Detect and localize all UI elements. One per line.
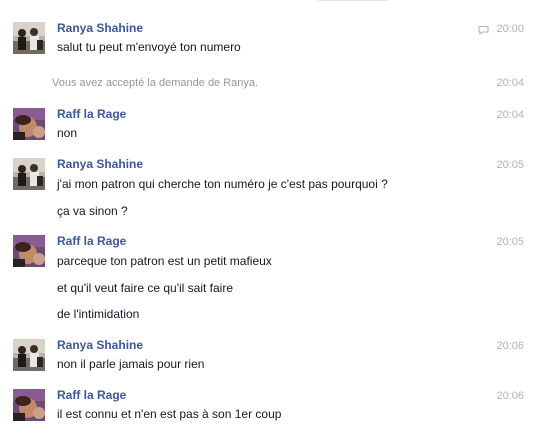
message-text: non il parle jamais pour rien (57, 357, 205, 371)
sender-name[interactable]: Ranya Shahine (57, 338, 143, 352)
message-text: de l'intimidation (57, 307, 140, 321)
message-timestamp: 20:06 (496, 340, 524, 352)
message-timestamp: 20:05 (496, 236, 524, 248)
message-timestamp: 20:04 (496, 109, 524, 121)
avatar-raff-la-rage[interactable] (13, 235, 45, 267)
message-text: non (57, 126, 78, 140)
sender-name[interactable]: Ranya Shahine (57, 21, 143, 35)
message-timestamp: 20:04 (496, 77, 524, 89)
chat-bubble-icon (478, 26, 489, 35)
sender-name[interactable]: Ranya Shahine (57, 157, 143, 171)
conversation-thread: Ranya Shahine 20:00 salut tu peut m'envo… (0, 0, 539, 438)
sender-name[interactable]: Raff la Rage (57, 234, 126, 248)
sender-name[interactable]: Raff la Rage (57, 388, 126, 402)
avatar-ranya-shahine[interactable] (13, 22, 45, 54)
avatar-ranya-shahine[interactable] (13, 158, 45, 190)
divider (318, 0, 388, 1)
message-text: il est connu et n'en est pas à son 1er c… (57, 407, 282, 421)
message-text: salut tu peut m'envoyé ton numero (57, 40, 241, 54)
message-timestamp: 20:00 (496, 23, 524, 35)
message-timestamp: 20:06 (496, 390, 524, 402)
avatar-ranya-shahine[interactable] (13, 339, 45, 371)
message-text: j'ai mon patron qui cherche ton numéro j… (57, 177, 388, 191)
message-timestamp: 20:05 (496, 159, 524, 171)
avatar-raff-la-rage[interactable] (13, 389, 45, 421)
sender-name[interactable]: Raff la Rage (57, 107, 126, 121)
avatar-raff-la-rage[interactable] (13, 108, 45, 140)
message-text: ça va sinon ? (57, 204, 128, 218)
message-text: et qu'il veut faire ce qu'il sait faire (57, 281, 234, 295)
message-text: parceque ton patron est un petit mafieux (57, 254, 272, 268)
system-notice: Vous avez accepté la demande de Ranya. (52, 77, 259, 89)
